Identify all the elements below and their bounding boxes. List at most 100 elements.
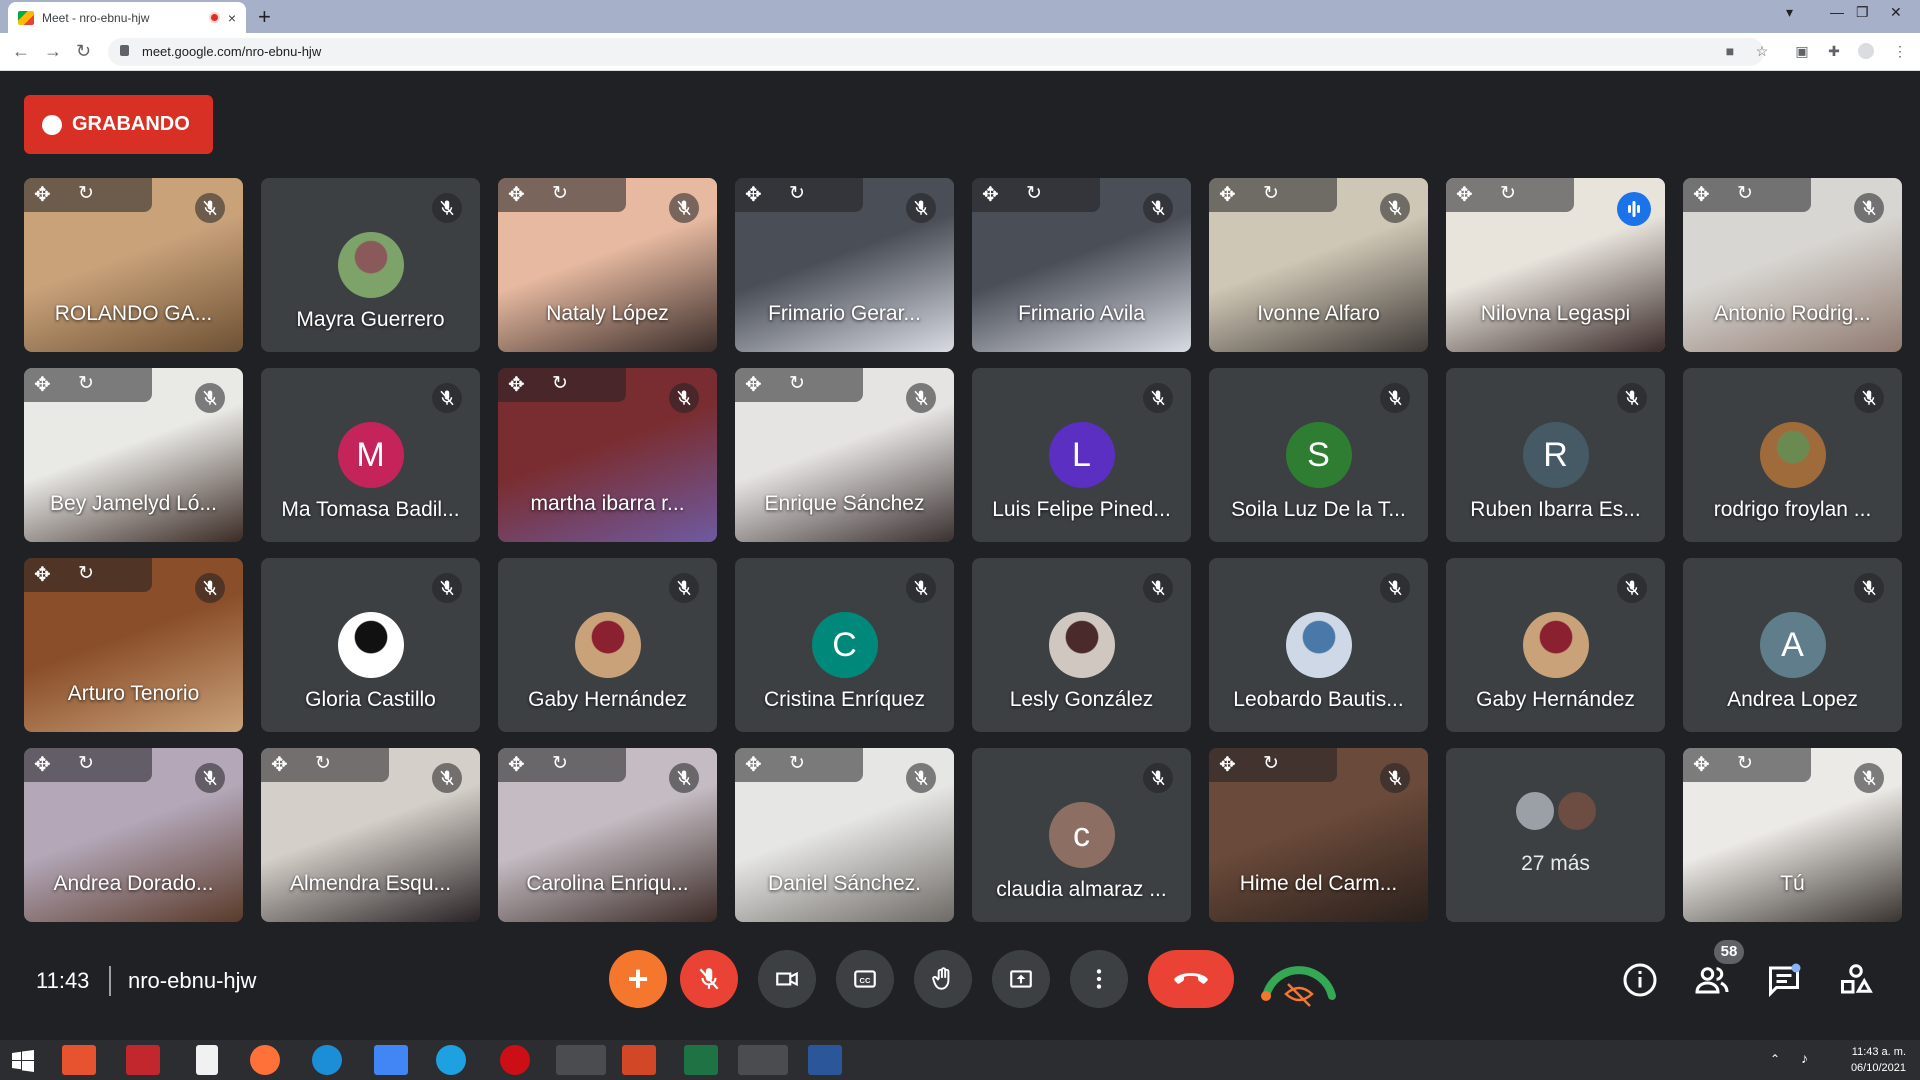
taskbar-docs-icon[interactable]	[374, 1045, 408, 1075]
move-icon[interactable]: ✥	[508, 755, 525, 775]
taskbar-ie-icon[interactable]	[436, 1045, 466, 1075]
new-tab-button[interactable]: +	[258, 4, 271, 30]
refresh-icon[interactable]: ↻	[789, 184, 805, 204]
participant-tile[interactable]: Gaby Hernández	[498, 558, 717, 732]
browser-tab-meet[interactable]: Meet - nro-ebnu-hjw ×	[8, 2, 246, 33]
taskbar-excel-icon[interactable]	[684, 1045, 718, 1075]
refresh-icon[interactable]: ↻	[78, 754, 94, 774]
move-icon[interactable]: ✥	[271, 755, 288, 775]
browser-menu-icon[interactable]: ⋮	[1892, 43, 1908, 59]
move-icon[interactable]: ✥	[982, 185, 999, 205]
tab-search-icon[interactable]: ▾	[1786, 4, 1793, 21]
taskbar-explorer-icon[interactable]	[556, 1045, 606, 1075]
restore-window-icon[interactable]: ❐	[1856, 4, 1869, 21]
refresh-icon[interactable]: ↻	[552, 374, 568, 394]
taskbar-opera-icon[interactable]	[500, 1045, 530, 1075]
refresh-icon[interactable]: ↻	[78, 374, 94, 394]
self-view-tile[interactable]: ✥ ↻ Tú	[1683, 748, 1902, 922]
bookmark-star-icon[interactable]: ☆	[1754, 43, 1770, 59]
participant-tile[interactable]: ✥ ↻ Hime del Carm...	[1209, 748, 1428, 922]
participant-tile[interactable]: ✥ ↻ Almendra Esqu...	[261, 748, 480, 922]
address-bar[interactable]: meet.google.com/nro-ebnu-hjw	[108, 38, 1764, 66]
participant-tile[interactable]: Mayra Guerrero	[261, 178, 480, 352]
refresh-icon[interactable]: ↻	[1737, 184, 1753, 204]
taskbar-app-media-icon[interactable]	[62, 1045, 96, 1075]
more-options-button[interactable]	[1070, 950, 1128, 1008]
participant-tile[interactable]: A Andrea Lopez	[1683, 558, 1902, 732]
refresh-icon[interactable]: ↻	[78, 564, 94, 584]
participant-tile[interactable]: C Cristina Enríquez	[735, 558, 954, 732]
refresh-icon[interactable]: ↻	[1737, 754, 1753, 774]
refresh-icon[interactable]: ↻	[1500, 184, 1516, 204]
participant-tile[interactable]: L Luis Felipe Pined...	[972, 368, 1191, 542]
participant-tile[interactable]: Gloria Castillo	[261, 558, 480, 732]
participant-tile[interactable]: M Ma Tomasa Badil...	[261, 368, 480, 542]
move-icon[interactable]: ✥	[34, 185, 51, 205]
reload-icon[interactable]: ↻	[76, 41, 91, 62]
participant-tile[interactable]: ✥ ↻ Ivonne Alfaro	[1209, 178, 1428, 352]
participant-tile[interactable]: ✥ ↻ Frimario Avila	[972, 178, 1191, 352]
move-icon[interactable]: ✥	[745, 185, 762, 205]
camera-in-use-icon[interactable]: ■	[1722, 43, 1738, 59]
participant-tile[interactable]: ✥ ↻ Andrea Dorado...	[24, 748, 243, 922]
participant-tile[interactable]: Lesly González	[972, 558, 1191, 732]
extensions-puzzle-icon[interactable]: ✚	[1826, 43, 1842, 59]
taskbar-powerpoint-icon[interactable]	[622, 1045, 656, 1075]
refresh-icon[interactable]: ↻	[552, 754, 568, 774]
move-icon[interactable]: ✥	[1456, 185, 1473, 205]
participant-tile[interactable]: Leobardo Bautis...	[1209, 558, 1428, 732]
taskbar-app-notepad-icon[interactable]	[196, 1045, 218, 1075]
leave-call-button[interactable]	[1148, 950, 1234, 1008]
more-participants-tile[interactable]: 27 más	[1446, 748, 1665, 922]
taskbar-word-icon[interactable]	[808, 1045, 842, 1075]
add-activity-button[interactable]: +	[609, 950, 667, 1008]
raise-hand-button[interactable]	[914, 950, 972, 1008]
taskbar-clock[interactable]: 11:43 a. m. 06/10/2021	[1851, 1044, 1906, 1076]
speaker-icon[interactable]: ♪	[1801, 1050, 1808, 1066]
refresh-icon[interactable]: ↻	[1263, 184, 1279, 204]
participant-tile[interactable]: ✥ ↻ Enrique Sánchez	[735, 368, 954, 542]
participant-tile[interactable]: Gaby Hernández	[1446, 558, 1665, 732]
refresh-icon[interactable]: ↻	[789, 754, 805, 774]
refresh-icon[interactable]: ↻	[1026, 184, 1042, 204]
refresh-icon[interactable]: ↻	[552, 184, 568, 204]
move-icon[interactable]: ✥	[34, 755, 51, 775]
close-window-icon[interactable]: ✕	[1890, 4, 1902, 21]
refresh-icon[interactable]: ↻	[78, 184, 94, 204]
refresh-icon[interactable]: ↻	[1263, 754, 1279, 774]
move-icon[interactable]: ✥	[508, 185, 525, 205]
network-gauge-icon[interactable]	[1256, 948, 1342, 1008]
participant-tile[interactable]: ✥ ↻ Nataly López	[498, 178, 717, 352]
taskbar-chrome-icon[interactable]	[738, 1045, 788, 1075]
participant-tile[interactable]: ✥ ↻ Arturo Tenorio	[24, 558, 243, 732]
participant-tile[interactable]: ✥ ↻ Antonio Rodrig...	[1683, 178, 1902, 352]
camera-toggle-button[interactable]	[758, 950, 816, 1008]
meeting-info-icon[interactable]	[1622, 962, 1658, 998]
extension-box-icon[interactable]: ▣	[1794, 43, 1810, 59]
participant-tile[interactable]: ✥ ↻ Frimario Gerar...	[735, 178, 954, 352]
move-icon[interactable]: ✥	[508, 375, 525, 395]
microphone-toggle-button[interactable]	[680, 950, 738, 1008]
minimize-window-icon[interactable]: —	[1830, 4, 1844, 20]
move-icon[interactable]: ✥	[1693, 185, 1710, 205]
present-screen-button[interactable]	[992, 950, 1050, 1008]
taskbar-app-calculator-icon[interactable]	[126, 1045, 160, 1075]
activities-icon[interactable]	[1838, 962, 1874, 998]
refresh-icon[interactable]: ↻	[315, 754, 331, 774]
participant-tile[interactable]: ✥ ↻ ROLANDO GA...	[24, 178, 243, 352]
participant-tile[interactable]: ✥ ↻ Bey Jamelyd Ló...	[24, 368, 243, 542]
forward-icon[interactable]: →	[44, 41, 62, 62]
participant-tile[interactable]: ✥ ↻ Nilovna Legaspi	[1446, 178, 1665, 352]
participant-tile[interactable]: ✥ ↻ martha ibarra r...	[498, 368, 717, 542]
chat-icon[interactable]	[1766, 962, 1802, 998]
move-icon[interactable]: ✥	[745, 375, 762, 395]
participants-icon[interactable]	[1694, 962, 1730, 998]
windows-start-icon[interactable]	[12, 1050, 34, 1072]
move-icon[interactable]: ✥	[1219, 755, 1236, 775]
participant-tile[interactable]: S Soila Luz De la T...	[1209, 368, 1428, 542]
move-icon[interactable]: ✥	[34, 565, 51, 585]
participant-tile[interactable]: ✥ ↻ Daniel Sánchez.	[735, 748, 954, 922]
tray-chevron-icon[interactable]: ⌃	[1770, 1052, 1780, 1066]
move-icon[interactable]: ✥	[1219, 185, 1236, 205]
refresh-icon[interactable]: ↻	[789, 374, 805, 394]
